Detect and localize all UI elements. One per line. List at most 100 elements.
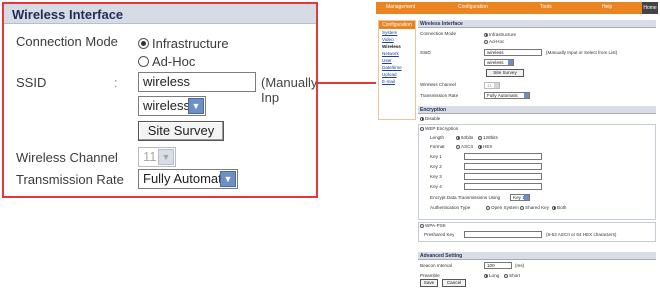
ssid-select[interactable]: wireless ▼ <box>138 96 206 116</box>
key2-label: Key 2 <box>430 164 442 169</box>
save-button[interactable]: Save <box>420 279 438 287</box>
auth-both-label: Both <box>557 205 567 210</box>
radio-unselected-icon <box>520 205 524 210</box>
rate-small-label: Transmission Rate <box>420 93 459 98</box>
key3-label: Key 3 <box>430 174 442 179</box>
preamble-label: Preamble <box>420 273 440 278</box>
sidebar-item-datetime[interactable]: Date/time <box>379 64 415 71</box>
key1-label: Key 1 <box>430 154 442 159</box>
enc-disable[interactable]: Disable <box>420 116 440 121</box>
enc-wep-label: WEP Encryption <box>425 126 459 131</box>
site-survey-small-button[interactable]: Site Survey <box>486 69 524 77</box>
preshared-input[interactable] <box>464 231 542 238</box>
fmt-ascii-label: ASCII <box>461 144 473 149</box>
sidebar-item-user[interactable]: User <box>379 57 415 64</box>
radio-unselected-icon <box>420 223 424 228</box>
opt-infrastructure[interactable]: Infrastructure <box>484 32 516 37</box>
sidebar-item-video[interactable]: Video <box>379 36 415 43</box>
main-content: Wireless Interface Connection Mode Infra… <box>418 20 656 288</box>
opt-adhoc-label: Ad-Hoc <box>489 39 505 44</box>
nav-configuration[interactable]: Configuration <box>458 4 488 10</box>
chevron-down-icon: ▼ <box>158 149 174 165</box>
wireless-channel-label: Wireless Channel <box>16 150 118 165</box>
wireless-channel-value: 11 <box>143 149 157 164</box>
opt-adhoc[interactable]: Ad-Hoc <box>484 39 504 44</box>
site-survey-button[interactable]: Site Survey <box>138 121 224 141</box>
len-128[interactable]: 128bits <box>478 135 498 140</box>
radio-adhoc-label: Ad-Hoc <box>152 54 196 69</box>
ssid-colon: : <box>114 75 118 90</box>
enc-wpa[interactable]: WPA-PSK <box>420 223 446 228</box>
top-navigation: Management Configuration Tools Help Home <box>376 2 658 14</box>
preamble-short-label: Short <box>509 273 520 278</box>
auth-type-label: Authentication Type <box>430 205 471 210</box>
connection-mode-colon: : <box>114 34 118 49</box>
ssid-small-input[interactable]: wireless <box>484 49 542 56</box>
preamble-short[interactable]: Short <box>504 273 520 278</box>
channel-small-label: Wireless Channel <box>420 82 456 87</box>
fmt-hex[interactable]: HEX <box>478 144 492 149</box>
conn-mode-label: Connection Mode <box>420 31 457 36</box>
preshared-hint: (8-63 ASCII or 64 HEX characters) <box>546 232 617 237</box>
ssid-input[interactable]: wireless <box>138 72 256 92</box>
key3-input[interactable] <box>464 173 542 180</box>
auth-open[interactable]: Open System <box>486 205 519 210</box>
enc-wep[interactable]: WEP Encryption <box>420 126 458 131</box>
auth-shared[interactable]: Shared Key <box>520 205 549 210</box>
radio-infrastructure-label: Infrastructure <box>152 36 229 51</box>
nav-home[interactable]: Home <box>642 2 658 14</box>
sidebar-item-email[interactable]: E-mail <box>379 78 415 85</box>
format-label: Format <box>430 144 445 149</box>
enc-wpa-label: WPA-PSK <box>425 223 446 228</box>
radio-unselected-icon <box>456 144 460 149</box>
key1-input[interactable] <box>464 153 542 160</box>
ssid-small-hint: (Manually Input or Select from List) <box>546 50 618 55</box>
nav-management[interactable]: Management <box>386 4 415 10</box>
ssid-hint: (Manually Inp <box>261 75 318 105</box>
key4-input[interactable] <box>464 183 542 190</box>
radio-infrastructure[interactable]: Infrastructure <box>138 36 229 51</box>
len-128-label: 128bits <box>483 135 498 140</box>
ssid-label: SSID <box>16 75 47 90</box>
radio-selected-icon <box>484 273 488 278</box>
sidebar-item-upload[interactable]: Upload <box>379 71 415 78</box>
encrypt-using-label: Encrypt Data Transmissions Using <box>430 195 501 200</box>
chevron-down-icon: ▼ <box>188 98 204 114</box>
ssid-small-label: SSID <box>420 50 431 55</box>
ssid-select-value: wireless <box>143 98 190 113</box>
transmission-rate-value: Fully Automatic <box>143 171 232 186</box>
nav-help[interactable]: Help <box>602 4 612 10</box>
wireless-channel-colon: : <box>114 150 118 165</box>
auth-shared-label: Shared Key <box>525 205 550 210</box>
nav-tools[interactable]: Tools <box>540 4 552 10</box>
len-64[interactable]: 64bits <box>456 135 473 140</box>
channel-small-select[interactable]: 11 <box>484 82 500 89</box>
encrypt-key-select[interactable]: Key 1 <box>510 194 530 201</box>
fmt-ascii[interactable]: ASCII <box>456 144 473 149</box>
beacon-input[interactable]: 100 <box>484 262 512 269</box>
sidebar-item-network[interactable]: Network <box>379 50 415 57</box>
rate-small-select[interactable]: Fully Automatic <box>484 92 530 99</box>
key2-input[interactable] <box>464 163 542 170</box>
encryption-section-title: Encryption <box>418 106 656 114</box>
length-label: Length <box>430 135 445 140</box>
wireless-channel-select[interactable]: 11 ▼ <box>138 147 176 167</box>
transmission-rate-select[interactable]: Fully Automatic ▼ <box>138 169 238 189</box>
ssid-small-select[interactable]: wireless <box>484 59 514 66</box>
cancel-button[interactable]: Cancel <box>442 279 466 287</box>
radio-selected-icon <box>484 32 488 37</box>
sidebar-header: Configuration <box>379 21 415 29</box>
key4-label: Key 4 <box>430 184 442 189</box>
preamble-long[interactable]: Long <box>484 273 499 278</box>
advanced-section-title: Advanced Setting <box>418 252 656 260</box>
transmission-rate-colon: : <box>114 172 118 187</box>
sidebar-item-wireless[interactable]: Wireless <box>379 43 415 50</box>
auth-both[interactable]: Both <box>552 205 566 210</box>
radio-unselected-icon <box>484 39 488 44</box>
radio-adhoc[interactable]: Ad-Hoc <box>138 54 195 69</box>
radio-selected-icon <box>420 116 424 121</box>
radio-selected-icon <box>478 144 482 149</box>
sidebar-item-system[interactable]: System <box>379 29 415 36</box>
beacon-label: Beacon Interval <box>420 263 452 268</box>
auth-open-label: Open System <box>491 205 519 210</box>
